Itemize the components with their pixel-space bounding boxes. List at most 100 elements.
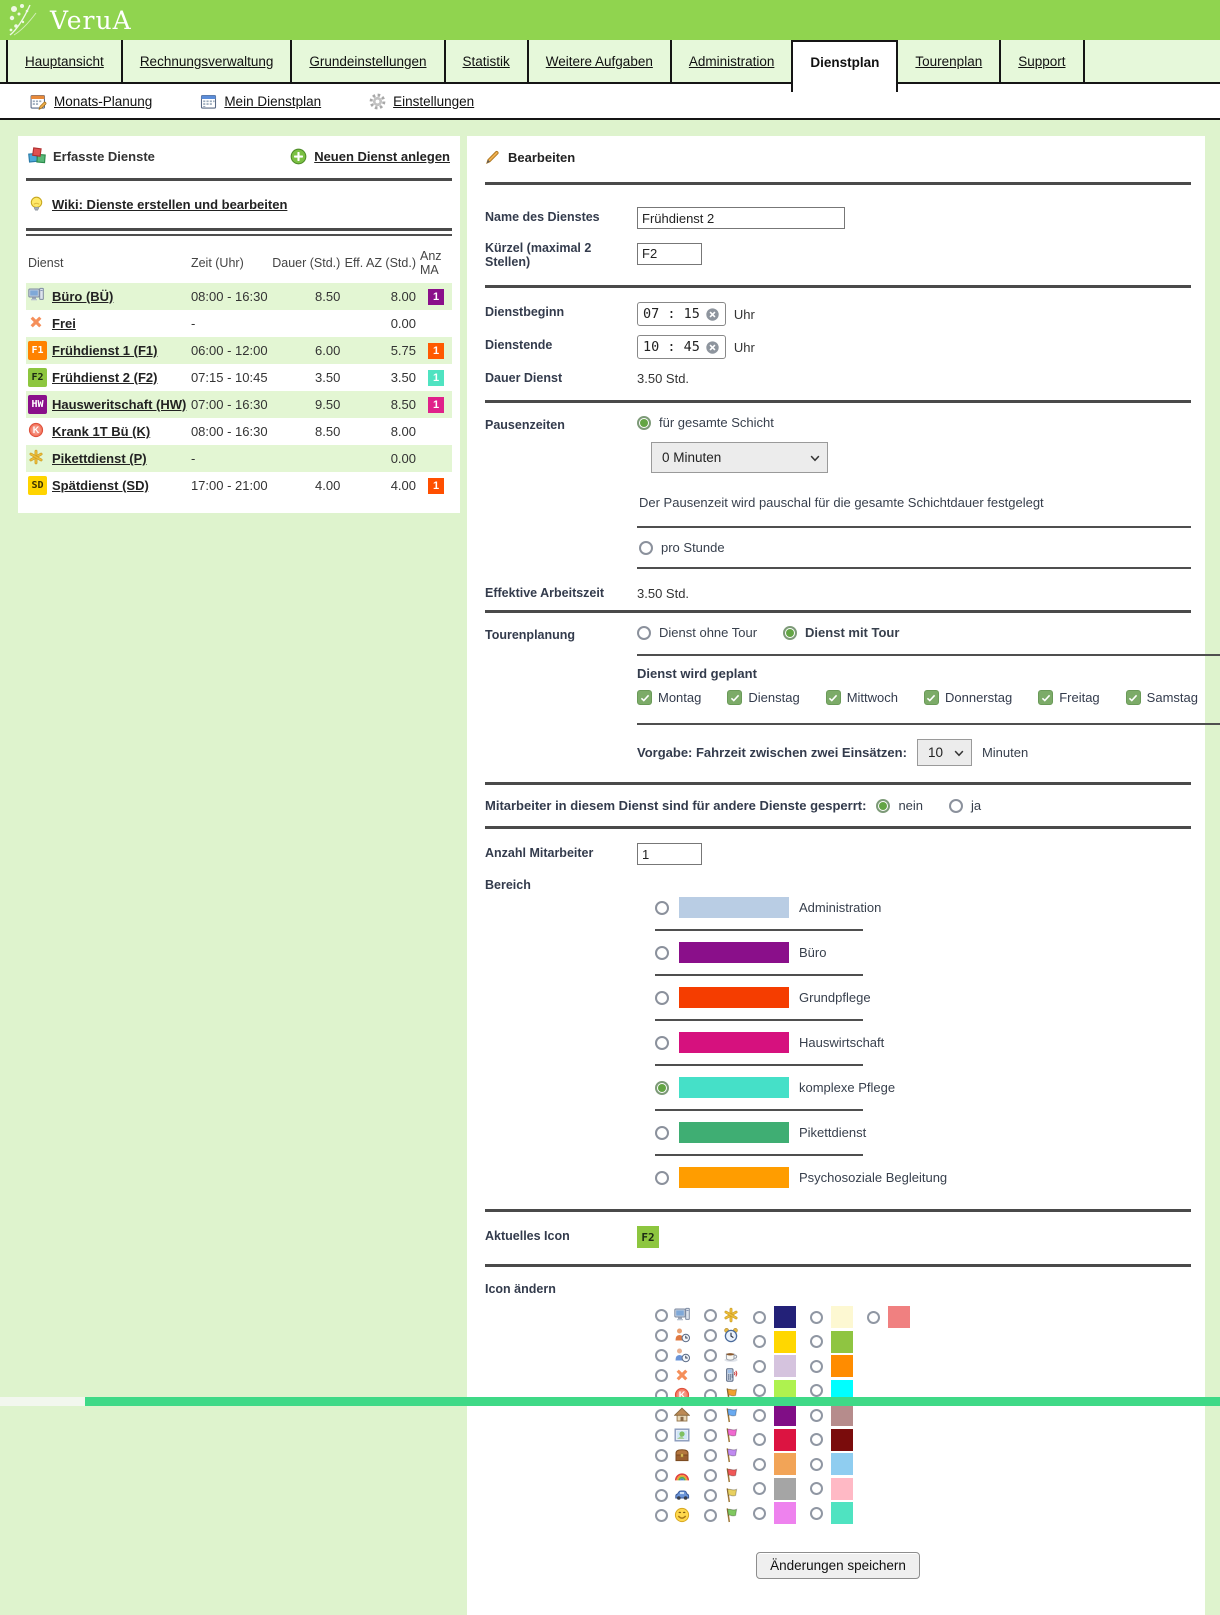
radio-dienst-ohne-tour-label[interactable]: Dienst ohne Tour [659, 625, 757, 640]
icon-option-radio[interactable] [704, 1509, 717, 1522]
subnav-item-einstellungen[interactable]: Einstellungen [369, 93, 474, 110]
icon-option-radio[interactable] [655, 1349, 668, 1362]
tab-hauptansicht[interactable]: Hauptansicht [6, 40, 123, 82]
color-option-radio[interactable] [810, 1335, 823, 1348]
color-option-radio[interactable] [867, 1311, 880, 1324]
checkbox-freitag[interactable] [1038, 690, 1053, 705]
service-name-link[interactable]: Frei [52, 316, 76, 331]
color-option-radio[interactable] [810, 1360, 823, 1373]
radio-dienst-mit-tour-label[interactable]: Dienst mit Tour [805, 625, 899, 640]
icon-option-radio[interactable] [704, 1329, 717, 1342]
checkbox-montag[interactable] [637, 690, 652, 705]
weekday-label[interactable]: Mittwoch [847, 690, 898, 705]
color-option-radio[interactable] [810, 1384, 823, 1397]
icon-option-radio[interactable] [655, 1469, 668, 1482]
tab-label[interactable]: Administration [689, 54, 775, 69]
weekday-label[interactable]: Dienstag [748, 690, 799, 705]
clear-time-icon[interactable] [705, 307, 720, 322]
icon-option-radio[interactable] [655, 1369, 668, 1382]
radio-pro-stunde[interactable] [639, 541, 653, 555]
color-option-radio[interactable] [753, 1482, 766, 1495]
new-service-link-text[interactable]: Neuen Dienst anlegen [314, 149, 450, 164]
tab-support[interactable]: Support [1001, 40, 1084, 82]
radio-gesamte-schicht[interactable] [637, 416, 651, 430]
tab-label[interactable]: Support [1018, 54, 1065, 69]
weekday-label[interactable]: Montag [658, 690, 701, 705]
radio-gesperrt-nein-label[interactable]: nein [898, 798, 923, 813]
radio-gesamte-schicht-label[interactable]: für gesamte Schicht [659, 415, 774, 430]
service-name-link[interactable]: Frühdienst 2 (F2) [52, 370, 157, 385]
bereich-option-label[interactable]: Psychosoziale Begleitung [799, 1170, 947, 1185]
bereich-option-label[interactable]: Pikettdienst [799, 1125, 866, 1140]
color-option-radio[interactable] [753, 1409, 766, 1422]
color-option-radio[interactable] [753, 1384, 766, 1397]
icon-option-radio[interactable] [655, 1449, 668, 1462]
service-name-link[interactable]: Büro (BÜ) [52, 289, 113, 304]
tab-administration[interactable]: Administration [672, 40, 794, 82]
tab-label[interactable]: Rechnungsverwaltung [140, 54, 274, 69]
color-option-radio[interactable] [810, 1433, 823, 1446]
service-name-link[interactable]: Spätdienst (SD) [52, 478, 149, 493]
bereich-radio[interactable] [655, 901, 669, 915]
fahrzeit-select[interactable]: 10 [917, 739, 972, 766]
tab-label[interactable]: Grundeinstellungen [309, 54, 426, 69]
icon-option-radio[interactable] [655, 1329, 668, 1342]
subnav-item-mein-dienstplan[interactable]: Mein Dienstplan [200, 93, 321, 110]
icon-option-radio[interactable] [704, 1489, 717, 1502]
color-option-radio[interactable] [810, 1482, 823, 1495]
color-option-radio[interactable] [810, 1507, 823, 1520]
icon-option-radio[interactable] [704, 1309, 717, 1322]
dienstbeginn-input[interactable]: 07 : 15 [637, 302, 726, 326]
tab-label[interactable]: Hauptansicht [25, 54, 104, 69]
subnav-item-label[interactable]: Mein Dienstplan [224, 94, 321, 109]
icon-option-radio[interactable] [704, 1369, 717, 1382]
color-option-radio[interactable] [810, 1458, 823, 1471]
radio-gesperrt-ja[interactable] [949, 799, 963, 813]
tab-label[interactable]: Statistik [463, 54, 510, 69]
subnav-item-monats-planung[interactable]: Monats-Planung [30, 93, 152, 110]
icon-option-radio[interactable] [704, 1349, 717, 1362]
bereich-option-label[interactable]: Hauswirtschaft [799, 1035, 884, 1050]
radio-gesperrt-ja-label[interactable]: ja [971, 798, 981, 813]
color-option-radio[interactable] [753, 1335, 766, 1348]
radio-dienst-mit-tour[interactable] [783, 626, 797, 640]
clear-time-icon[interactable] [705, 340, 720, 355]
tab-rechnungsverwaltung[interactable]: Rechnungsverwaltung [123, 40, 293, 82]
dienstbeginn-value[interactable]: 07 : 15 [643, 306, 700, 322]
wiki-link-row[interactable]: Wiki: Dienste erstellen und bearbeiten [26, 190, 452, 219]
pausen-select[interactable]: 0 Minuten [651, 442, 828, 473]
checkbox-dienstag[interactable] [727, 690, 742, 705]
new-service-link[interactable]: Neuen Dienst anlegen [290, 148, 450, 165]
bereich-option-label[interactable]: komplexe Pflege [799, 1080, 895, 1095]
subnav-item-label[interactable]: Monats-Planung [54, 94, 152, 109]
tab-label[interactable]: Dienstplan [810, 55, 879, 70]
service-name-link[interactable]: Frühdienst 1 (F1) [52, 343, 157, 358]
bereich-option-label[interactable]: Grundpflege [799, 990, 871, 1005]
icon-option-radio[interactable] [655, 1309, 668, 1322]
kuerzel-input[interactable] [637, 243, 702, 265]
weekday-label[interactable]: Donnerstag [945, 690, 1012, 705]
icon-option-radio[interactable] [704, 1469, 717, 1482]
subnav-item-label[interactable]: Einstellungen [393, 94, 474, 109]
bereich-radio[interactable] [655, 1036, 669, 1050]
dienstende-value[interactable]: 10 : 45 [643, 339, 700, 355]
bereich-radio[interactable] [655, 1126, 669, 1140]
color-option-radio[interactable] [753, 1311, 766, 1324]
service-name-link[interactable]: Krank 1T Bü (K) [52, 424, 150, 439]
service-name-link[interactable]: Pikettdienst (P) [52, 451, 147, 466]
bereich-option-label[interactable]: Büro [799, 945, 826, 960]
tab-label[interactable]: Weitere Aufgaben [546, 54, 653, 69]
icon-option-radio[interactable] [655, 1429, 668, 1442]
color-option-radio[interactable] [753, 1458, 766, 1471]
checkbox-samstag[interactable] [1126, 690, 1141, 705]
bereich-radio[interactable] [655, 991, 669, 1005]
icon-option-radio[interactable] [655, 1409, 668, 1422]
color-option-radio[interactable] [810, 1409, 823, 1422]
tab-grundeinstellungen[interactable]: Grundeinstellungen [292, 40, 445, 82]
color-option-radio[interactable] [753, 1433, 766, 1446]
bereich-option-label[interactable]: Administration [799, 900, 881, 915]
icon-option-radio[interactable] [704, 1409, 717, 1422]
wiki-link-text[interactable]: Wiki: Dienste erstellen und bearbeiten [52, 197, 287, 212]
color-option-radio[interactable] [753, 1360, 766, 1373]
icon-option-radio[interactable] [655, 1489, 668, 1502]
